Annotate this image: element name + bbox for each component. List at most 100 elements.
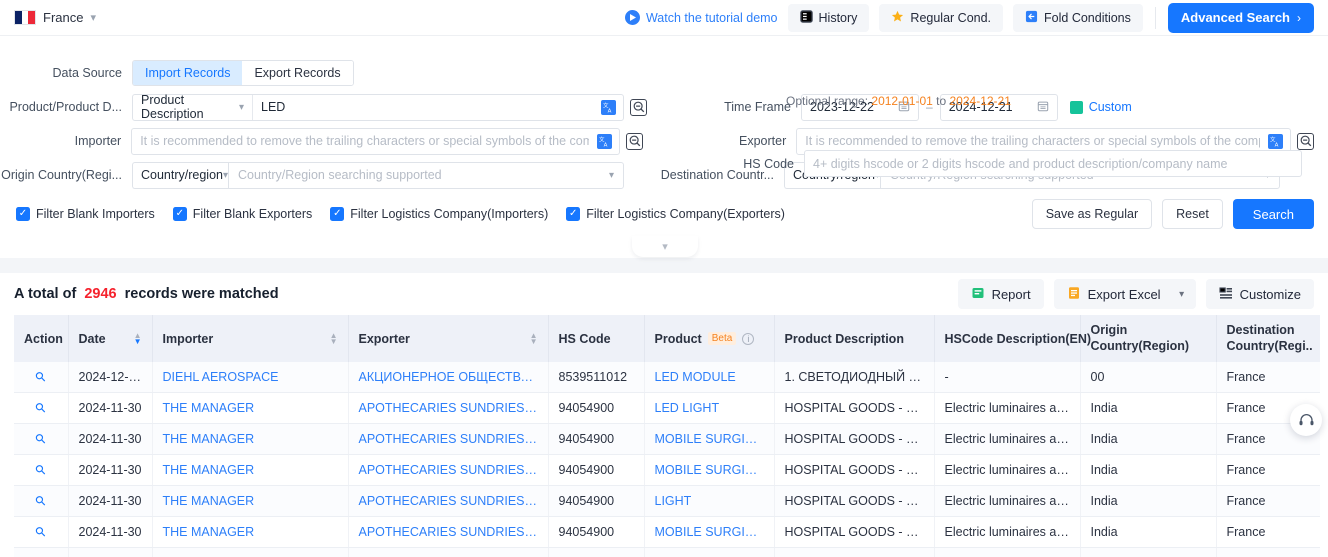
row-action-button[interactable]: ⚲ <box>14 362 69 394</box>
cell-product[interactable]: LIGHT <box>644 485 775 518</box>
search-magnifier-icon[interactable]: ⚲ <box>32 399 50 417</box>
support-headset-icon[interactable] <box>1290 404 1322 436</box>
hs-code-field[interactable] <box>804 150 1302 177</box>
cell-product[interactable]: MOBILE SURGICAL L... <box>644 516 775 549</box>
origin-type-select[interactable]: Country/region ▾ <box>132 161 228 189</box>
row-action-button[interactable]: ⚲ <box>14 485 69 518</box>
cell-product[interactable]: MOBILE SURGICAL L... <box>644 454 775 487</box>
search-button[interactable]: Search <box>1232 199 1314 229</box>
origin-country-field[interactable]: Country/region ▾ Country/Region searchin… <box>132 161 624 189</box>
collapse-panel-button[interactable]: ▾ <box>632 236 698 257</box>
product-field[interactable]: Product Description ▾ 文A <box>132 93 624 121</box>
checkbox-filter-blank-importers[interactable]: ✓ Filter Blank Importers <box>16 207 155 221</box>
report-button[interactable]: Report <box>957 279 1044 309</box>
column-exporter[interactable]: Exporter ▲ ▼ <box>348 315 549 363</box>
checkbox-filter-blank-exporters[interactable]: ✓ Filter Blank Exporters <box>172 207 312 221</box>
info-icon[interactable]: i <box>742 332 755 345</box>
cell-exporter[interactable]: APOTHECARIES SUNDRIES MFG PRI... <box>348 547 549 557</box>
fold-conditions-button[interactable]: Fold Conditions <box>1013 3 1143 32</box>
column-hscode-description: HSCode Description(EN) <box>934 315 1091 363</box>
cell-product[interactable]: LIGHT <box>644 547 775 557</box>
importer-label: Importer <box>74 134 122 148</box>
total-prefix: A total of <box>14 286 77 302</box>
column-importer[interactable]: Importer ▲ ▼ <box>152 315 349 363</box>
cell-importer[interactable]: THE MANAGER <box>152 454 349 487</box>
checkbox-filter-logistics-exporters[interactable]: ✓ Filter Logistics Company(Exporters) <box>566 207 785 221</box>
reset-button[interactable]: Reset <box>1162 199 1223 229</box>
cell-importer[interactable]: THE MANAGER <box>152 392 349 425</box>
export-dropdown-chevron-down-icon[interactable]: ▾ <box>1168 289 1196 300</box>
row-action-button[interactable]: ⚲ <box>14 423 69 456</box>
cell-product[interactable]: MOBILE SURGICAL L... <box>644 423 775 456</box>
table-row[interactable]: ⚲ 2024-11-30 THE MANAGER APOTHECARIES SU… <box>14 392 1320 425</box>
translate-icon[interactable]: 文A <box>1268 133 1283 149</box>
advanced-search-button[interactable]: Advanced Search › <box>1167 2 1314 33</box>
cell-importer[interactable]: DIEHL AEROSPACE <box>152 362 349 394</box>
custom-range-button[interactable]: Custom <box>1069 100 1132 114</box>
data-source-segmented[interactable]: Import Records Export Records <box>132 60 354 86</box>
save-as-regular-button[interactable]: Save as Regular <box>1031 199 1153 229</box>
exclude-keyword-icon[interactable] <box>1297 132 1314 150</box>
cell-exporter[interactable]: APOTHECARIES SUNDRIES MFG PRI... <box>348 454 549 487</box>
importer-input[interactable] <box>132 128 597 154</box>
cell-hs-code: 94054900 <box>548 392 645 425</box>
cell-exporter[interactable]: APOTHECARIES SUNDRIES MFG PRI... <box>348 516 549 549</box>
sort-date-icon[interactable]: ▲ ▼ <box>134 331 142 345</box>
exclude-keyword-icon[interactable] <box>630 98 647 116</box>
table-body: ⚲ 2024-12-19 DIEHL AEROSPACE АКЦИОНЕРНОЕ… <box>14 362 1320 557</box>
cell-exporter[interactable]: APOTHECARIES SUNDRIES MFG PRI... <box>348 392 549 425</box>
cell-product-description: HOSPITAL GOODS - Mobile... <box>774 423 935 456</box>
cell-importer[interactable]: THE MANAGER <box>152 547 349 557</box>
regular-cond-button[interactable]: Regular Cond. <box>879 3 1004 32</box>
sort-importer-icon[interactable]: ▲ ▼ <box>330 331 338 345</box>
product-input[interactable] <box>253 94 601 120</box>
column-date[interactable]: Date ▲ ▼ <box>68 315 153 363</box>
row-action-button[interactable]: ⚲ <box>14 454 69 487</box>
cell-origin: India <box>1080 423 1217 456</box>
customize-button[interactable]: Customize <box>1205 279 1314 309</box>
table-row[interactable]: ⚲ 2024-11-30 THE MANAGER APOTHECARIES SU… <box>14 423 1320 456</box>
checkbox-label: Filter Blank Importers <box>36 207 155 221</box>
search-magnifier-icon[interactable]: ⚲ <box>32 523 50 541</box>
row-action-button[interactable]: ⚲ <box>14 516 69 549</box>
table-row[interactable]: ⚲ 2024-11-30 THE MANAGER APOTHECARIES SU… <box>14 516 1320 549</box>
cell-exporter[interactable]: APOTHECARIES SUNDRIES MFG PRI... <box>348 423 549 456</box>
country-selector[interactable]: France ▾ <box>14 10 96 25</box>
origin-country-input[interactable]: Country/Region searching supported ▾ <box>228 161 624 189</box>
row-action-button[interactable]: ⚲ <box>14 547 69 557</box>
hs-code-input[interactable] <box>805 151 1301 176</box>
row-action-button[interactable]: ⚲ <box>14 392 69 425</box>
export-excel-button[interactable]: Export Excel ▾ <box>1053 279 1196 309</box>
table-row[interactable]: ⚲ 2024-11-30 THE MANAGER APOTHECARIES SU… <box>14 547 1320 557</box>
watch-tutorial-link[interactable]: Watch the tutorial demo <box>624 10 778 25</box>
results-total: A total of 2946 records were matched <box>14 286 279 302</box>
product-type-select[interactable]: Product Description ▾ <box>133 93 253 121</box>
table-row[interactable]: ⚲ 2024-12-19 DIEHL AEROSPACE АКЦИОНЕРНОЕ… <box>14 362 1320 394</box>
cell-destination: France <box>1216 362 1320 394</box>
exclude-keyword-icon[interactable] <box>626 132 643 150</box>
cell-destination: France <box>1216 547 1320 557</box>
export-excel-label: Export Excel <box>1087 286 1161 302</box>
cell-importer[interactable]: THE MANAGER <box>152 516 349 549</box>
checkbox-filter-logistics-importers[interactable]: ✓ Filter Logistics Company(Importers) <box>330 207 548 221</box>
tab-export-records[interactable]: Export Records <box>242 61 353 85</box>
cell-importer[interactable]: THE MANAGER <box>152 485 349 518</box>
cell-product[interactable]: LED LIGHT <box>644 392 775 425</box>
table-row[interactable]: ⚲ 2024-11-30 THE MANAGER APOTHECARIES SU… <box>14 485 1320 518</box>
cell-exporter[interactable]: APOTHECARIES SUNDRIES MFG PRI... <box>348 485 549 518</box>
search-magnifier-icon[interactable]: ⚲ <box>32 492 50 510</box>
sort-exporter-icon[interactable]: ▲ ▼ <box>530 331 538 345</box>
translate-icon[interactable]: 文A <box>601 99 616 115</box>
search-magnifier-icon[interactable]: ⚲ <box>32 430 50 448</box>
translate-icon[interactable]: 文A <box>597 133 612 149</box>
search-magnifier-icon[interactable]: ⚲ <box>32 461 50 479</box>
cell-exporter[interactable]: АКЦИОНЕРНОЕ ОБЩЕСТВО ЭЙР А... <box>348 362 549 394</box>
cell-importer[interactable]: THE MANAGER <box>152 423 349 456</box>
cell-product[interactable]: LED MODULE <box>644 362 775 394</box>
table-row[interactable]: ⚲ 2024-11-30 THE MANAGER APOTHECARIES SU… <box>14 454 1320 487</box>
importer-field[interactable]: 文A <box>131 127 620 155</box>
history-button[interactable]: History <box>787 3 870 32</box>
search-magnifier-icon[interactable]: ⚲ <box>32 368 50 386</box>
watch-tutorial-label: Watch the tutorial demo <box>645 10 778 25</box>
tab-import-records[interactable]: Import Records <box>133 61 243 85</box>
